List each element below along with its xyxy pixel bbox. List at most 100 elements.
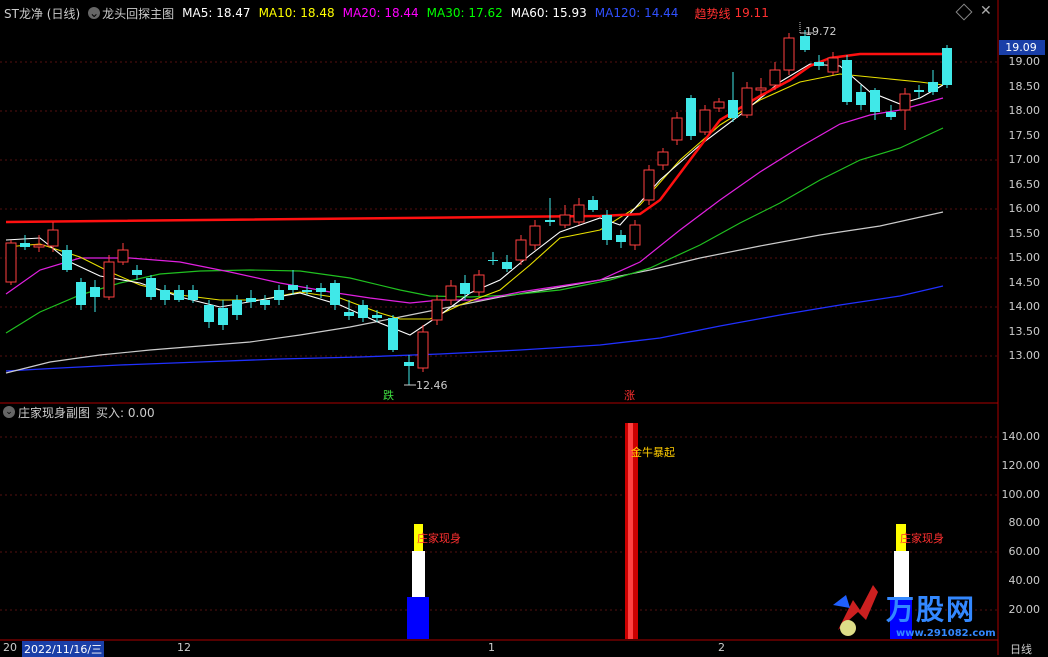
candle-body: [372, 315, 382, 318]
candle-body: [515, 239, 527, 261]
y-tick-label: 17.00: [1008, 153, 1041, 166]
candle-body: [728, 100, 738, 118]
candle-body: [800, 36, 810, 50]
month-12: 12: [177, 641, 191, 654]
sub-y-tick-label: 20.00: [1008, 603, 1041, 616]
candle-body: [616, 235, 626, 242]
brand-name: 万股网: [886, 593, 977, 626]
candle-body: [62, 250, 72, 270]
candle-body: [741, 87, 753, 116]
y-tick-label: 19.00: [1008, 55, 1041, 68]
sub-y-tick-label: 100.00: [1001, 488, 1041, 501]
candlesticks: [5, 30, 952, 385]
date-axis: 20 2022/11/16/三 12 1 2: [0, 641, 998, 657]
y-tick-label: 14.50: [1008, 276, 1041, 289]
candle-body: [232, 300, 242, 315]
candle-body: [316, 288, 326, 292]
brand-url: www.291082.com: [896, 628, 996, 639]
candle-body: [204, 305, 214, 322]
candle-body: [928, 82, 938, 92]
chevron-down-icon[interactable]: ⌄: [3, 406, 15, 418]
candle-body: [431, 299, 443, 321]
candle-body: [76, 282, 86, 305]
candle-body: [814, 62, 824, 66]
candle-body: [559, 214, 571, 226]
candle-body: [117, 249, 129, 263]
year-prefix: 20: [3, 641, 17, 654]
zhuang-label-2: 庄家现身: [900, 531, 944, 545]
candle-body: [132, 270, 142, 275]
candle-body: [629, 224, 641, 246]
candle-body: [529, 225, 541, 246]
low-price-label: 12.46: [416, 379, 448, 392]
candle-body: [5, 242, 17, 283]
y-tick-label: 18.00: [1008, 104, 1041, 117]
candle-body: [274, 290, 284, 300]
candle-body: [573, 204, 585, 223]
candle-body: [20, 243, 30, 247]
current-price-box: 19.09: [1005, 41, 1037, 54]
watermark: 万股网 www.291082.com: [828, 580, 998, 640]
y-tick-label: 16.50: [1008, 178, 1041, 191]
candle-body: [445, 285, 457, 301]
candle-body: [288, 285, 298, 290]
candle-body: [146, 278, 156, 297]
candle-body: [330, 283, 340, 305]
candle-body: [417, 331, 429, 369]
main-chart[interactable]: 19.72 12.46 跌 涨 庄家现身 庄家现身 金牛暴起: [0, 0, 1048, 655]
candle-body: [302, 290, 312, 292]
candle-body: [344, 312, 354, 316]
candle-body: [218, 308, 228, 325]
candle-body: [769, 69, 781, 86]
brand-logo-icon: [833, 585, 878, 636]
y-tick-label: 17.50: [1008, 129, 1041, 142]
high-price-label: 19.72: [805, 25, 837, 38]
sub-y-tick-label: 60.00: [1008, 545, 1041, 558]
candle-body: [488, 260, 498, 261]
sub-chart-header: ⌄ 庄家现身副图 买入: 0.00: [0, 404, 155, 420]
buy-label: 买入: 0.00: [96, 405, 155, 420]
month-2: 2: [718, 641, 725, 654]
y-tick-label: 13.00: [1008, 349, 1041, 362]
candle-body: [699, 109, 711, 133]
candle-body: [914, 90, 924, 92]
candle-body: [686, 98, 696, 136]
candle-body: [246, 298, 256, 302]
candle-body: [160, 290, 170, 300]
candle-body: [657, 151, 669, 166]
candle-body: [942, 48, 952, 85]
candle-body: [174, 290, 184, 300]
sub-y-tick-label: 120.00: [1001, 459, 1041, 472]
sub-y-tick-label: 80.00: [1008, 516, 1041, 529]
up-marker: 涨: [624, 389, 635, 402]
candle-body: [671, 117, 683, 141]
candle-body: [33, 244, 45, 248]
candle-body: [842, 60, 852, 102]
down-marker: 跌: [383, 388, 394, 402]
candle-body: [545, 220, 555, 222]
sub-title[interactable]: 庄家现身副图: [18, 404, 90, 421]
month-1: 1: [488, 641, 495, 654]
candle-body: [460, 283, 470, 294]
candle-body: [870, 90, 880, 112]
candle-body: [713, 101, 725, 109]
y-tick-label: 16.00: [1008, 202, 1041, 215]
candle-body: [602, 215, 612, 240]
zhuang-label-1: 庄家现身: [417, 531, 461, 545]
sub-y-tick-label: 140.00: [1001, 430, 1041, 443]
candle-body: [886, 112, 896, 117]
sub-y-tick-label: 40.00: [1008, 574, 1041, 587]
candle-body: [856, 92, 866, 105]
candle-body: [188, 290, 198, 300]
y-tick-label: 13.50: [1008, 325, 1041, 338]
candle-body: [899, 93, 911, 111]
candle-body: [827, 57, 839, 73]
candle-body: [473, 274, 485, 293]
candle-body: [47, 229, 59, 247]
y-tick-label: 18.50: [1008, 80, 1041, 93]
candle-body: [588, 200, 598, 210]
candle-body: [404, 362, 414, 366]
candle-body: [103, 261, 115, 298]
jinniu-label: 金牛暴起: [631, 445, 675, 459]
candle-body: [260, 300, 270, 305]
